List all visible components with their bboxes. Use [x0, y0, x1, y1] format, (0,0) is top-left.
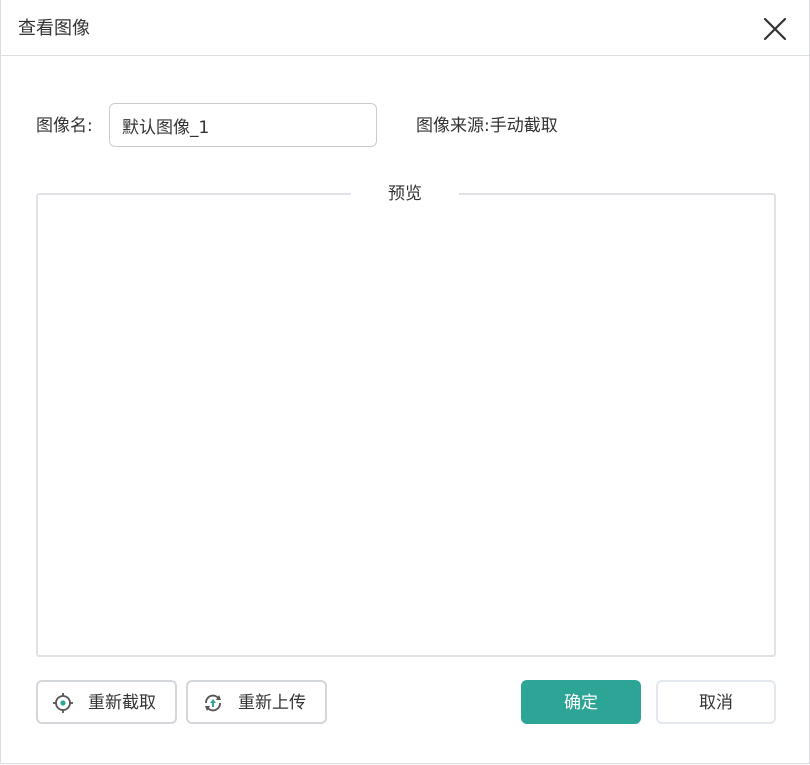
preview-area: [36, 193, 776, 657]
confirm-button[interactable]: 确定: [521, 680, 641, 724]
crosshair-icon: [53, 693, 73, 713]
preview-legend: 预览: [351, 182, 459, 206]
refresh-upload-icon: [205, 694, 221, 712]
cancel-button[interactable]: 取消: [656, 680, 776, 724]
recapture-button[interactable]: 重新截取: [36, 680, 177, 724]
close-button[interactable]: [761, 15, 789, 43]
reupload-label: 重新上传: [238, 693, 306, 713]
image-source-text: 图像来源:手动截取: [416, 116, 558, 136]
close-icon: [763, 17, 787, 41]
image-name-label: 图像名:: [36, 116, 93, 136]
view-image-dialog: 查看图像 图像名: 图像来源:手动截取 预览 重新截取: [0, 0, 810, 764]
dialog-header: 查看图像: [1, 3, 809, 56]
image-name-input[interactable]: [109, 103, 377, 147]
reupload-button[interactable]: 重新上传: [186, 680, 327, 724]
recapture-label: 重新截取: [88, 693, 156, 713]
dialog-title: 查看图像: [18, 18, 90, 39]
